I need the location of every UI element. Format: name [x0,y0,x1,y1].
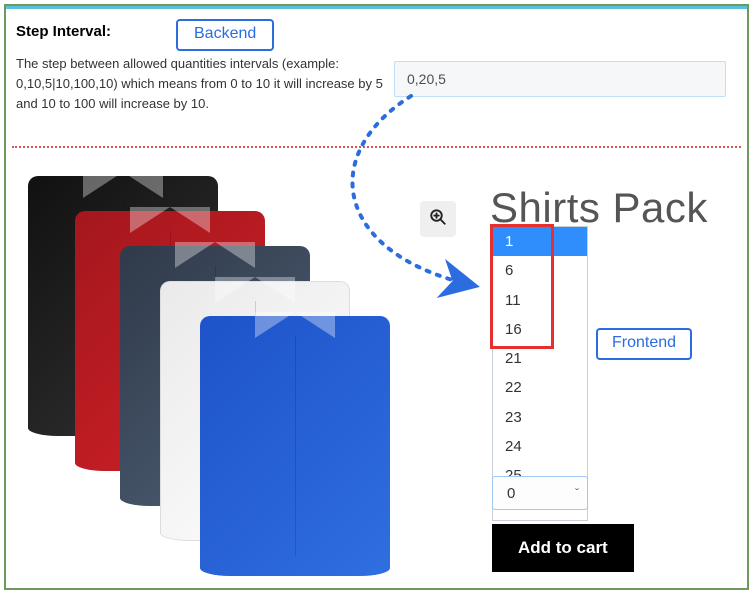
step-interval-label: Step Interval: [16,23,731,40]
quantity-value: 0 [507,485,515,502]
chevron-down-icon: ˇ [575,486,579,500]
quantity-select[interactable]: 0 ˇ [492,476,588,510]
list-item[interactable]: 21 [493,344,587,373]
magnifier-plus-icon [429,208,447,231]
step-interval-input[interactable] [394,61,726,97]
shirt-blue [200,316,390,576]
step-interval-help: The step between allowed quantities inte… [16,54,386,114]
list-item[interactable]: 1 [493,227,587,256]
backend-badge: Backend [176,19,274,51]
zoom-button[interactable] [420,201,456,237]
product-image [20,176,410,586]
product-title: Shirts Pack [490,184,708,232]
list-item[interactable]: 6 [493,256,587,285]
add-to-cart-button[interactable]: Add to cart [492,524,634,572]
list-item[interactable]: 24 [493,432,587,461]
list-item[interactable]: 16 [493,315,587,344]
list-item[interactable]: 22 [493,373,587,402]
backend-section: Step Interval: The step between allowed … [6,6,747,144]
list-item[interactable]: 23 [493,403,587,432]
frontend-badge: Frontend [596,328,692,360]
section-divider [12,146,741,148]
list-item[interactable]: 11 [493,286,587,315]
